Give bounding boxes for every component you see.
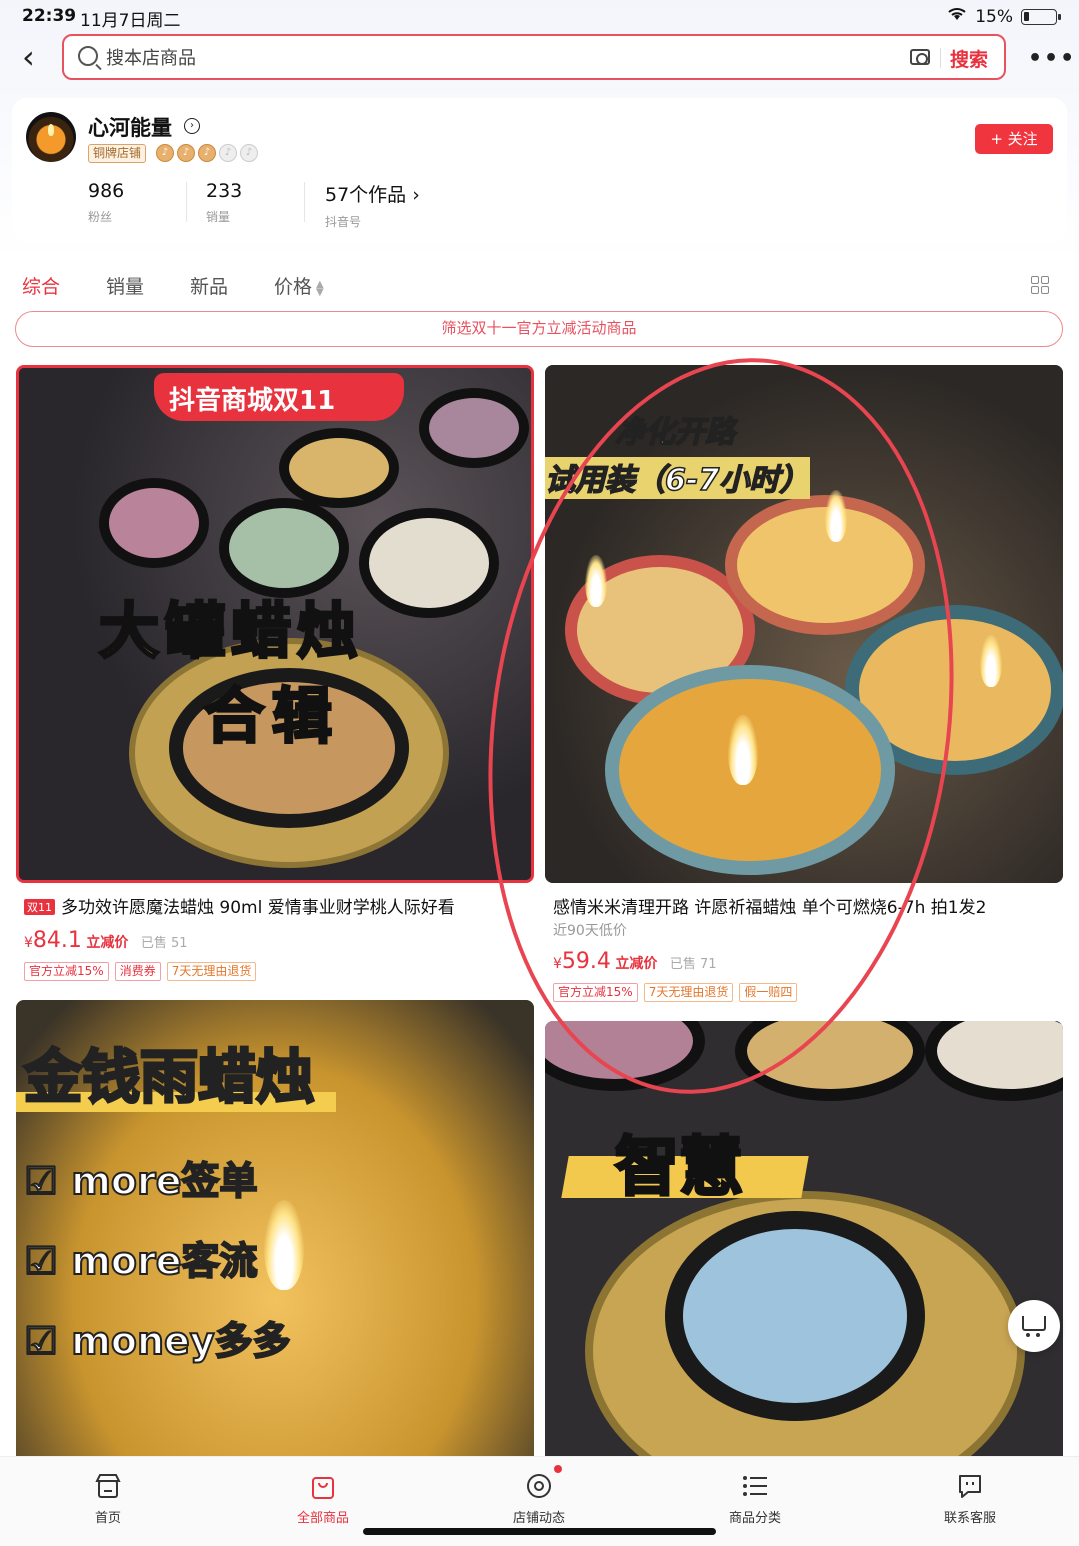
product-title[interactable]: 双11 多功效许愿魔法蜡烛 90ml 爱情事业财学桃人际好看 xyxy=(24,893,524,918)
nav-customer-service[interactable]: 联系客服 xyxy=(910,1467,1030,1526)
product-card[interactable]: 抖音商城双11 大罐蜡烛 合辑 双11 多功效许愿魔法蜡烛 90ml 爱情事业财学… xyxy=(16,365,534,985)
image-headline: 金钱雨蜡烛 xyxy=(22,1042,315,1113)
status-right: 15% xyxy=(947,6,1061,27)
image-list-item: ☑ more签单 xyxy=(23,1158,259,1204)
product-tags: 官方立减15% 消费券 7天无理由退货 xyxy=(24,962,257,981)
tab-new[interactable]: 新品 xyxy=(190,272,228,299)
shop-avatar[interactable] xyxy=(26,112,76,162)
stat-works[interactable]: 57个作品 › 抖音号 xyxy=(325,180,420,230)
search-icon xyxy=(78,46,98,66)
product-image[interactable]: 智慧 xyxy=(545,1021,1063,1461)
medal-icon: ♪ xyxy=(198,144,216,162)
wifi-icon xyxy=(947,6,967,27)
grid-view-icon[interactable] xyxy=(1031,276,1049,294)
tab-price[interactable]: 价格 xyxy=(274,276,312,298)
promo-tag: 官方立减15% xyxy=(24,962,109,981)
medal-icon: ♪ xyxy=(219,144,237,162)
sold-count: 已售 51 xyxy=(140,936,188,951)
more-icon[interactable]: ••• xyxy=(1028,46,1076,71)
product-image[interactable]: 抖音商城双11 大罐蜡烛 合辑 xyxy=(16,365,534,883)
product-card[interactable]: 金钱雨蜡烛 ☑ more签单 ☑ more客流 ☑ money多多 xyxy=(16,1000,534,1460)
stat-fans: 986 粉丝 xyxy=(88,180,125,224)
medal-icon: ♪ xyxy=(177,144,195,162)
shop-icon xyxy=(93,1471,123,1501)
search-divider xyxy=(940,48,941,68)
image-banner-text: 抖音商城双11 xyxy=(169,386,336,416)
list-icon xyxy=(740,1471,770,1501)
status-bar: 22:39 11月7日周二 15% xyxy=(0,0,1079,32)
tab-price-wrap[interactable]: 价格 ▲ ▼ xyxy=(274,272,324,299)
status-time: 22:39 xyxy=(22,6,77,26)
shop-medals: ♪ ♪ ♪ ♪ ♪ xyxy=(156,144,258,162)
image-subheadline: 合辑 xyxy=(203,681,340,754)
nav-all-products[interactable]: 全部商品 xyxy=(263,1467,383,1526)
double11-tag: 双11 xyxy=(24,899,55,915)
stat-sales: 233 销量 xyxy=(206,180,243,224)
search-bar: 搜索 xyxy=(62,34,1006,80)
follow-button[interactable]: + 关注 xyxy=(975,124,1053,154)
back-icon[interactable]: ‹ xyxy=(22,41,52,74)
product-image[interactable]: 金钱雨蜡烛 ☑ more签单 ☑ more客流 ☑ money多多 xyxy=(16,1000,534,1460)
nav-categories[interactable]: 商品分类 xyxy=(695,1467,815,1526)
chat-icon xyxy=(955,1471,985,1501)
nav-home[interactable]: 首页 xyxy=(48,1467,168,1526)
tab-sales[interactable]: 销量 xyxy=(106,272,144,299)
cart-icon[interactable] xyxy=(1008,1300,1060,1352)
sort-tabs: 综合 销量 新品 价格 ▲ ▼ xyxy=(0,258,1079,308)
nav-shop-feed[interactable]: 店铺动态 xyxy=(479,1465,599,1526)
shop-name[interactable]: 心河能量 xyxy=(88,112,172,142)
battery-percent: 15% xyxy=(975,6,1013,27)
product-price: ¥84.1 立减价 已售 51 xyxy=(24,928,188,953)
sort-icon: ▲ ▼ xyxy=(316,278,324,298)
image-headline: 智慧 xyxy=(614,1130,745,1207)
product-card[interactable]: 智慧 xyxy=(545,1021,1063,1461)
status-date: 11月7日周二 xyxy=(80,11,181,31)
activity-icon xyxy=(524,1465,562,1501)
search-input[interactable] xyxy=(106,44,806,72)
image-list-item: ☑ money多多 xyxy=(23,1318,292,1364)
medal-icon: ♪ xyxy=(156,144,174,162)
shop-page: 22:39 11月7日周二 15% ‹ 搜索 ••• 心河能量 › 铜牌店铺 ♪… xyxy=(0,0,1079,1546)
stat-divider xyxy=(304,182,305,222)
notification-dot xyxy=(554,1465,562,1473)
image-list-item: ☑ more客流 xyxy=(23,1238,259,1284)
tab-overall[interactable]: 综合 xyxy=(22,272,60,299)
shop-level-badge: 铜牌店铺 xyxy=(88,144,147,163)
shop-arrow-icon[interactable]: › xyxy=(184,118,200,134)
bag-icon xyxy=(308,1471,338,1501)
promo-filter-button[interactable]: 筛选双十一官方立减活动商品 xyxy=(15,311,1063,347)
service-tag: 7天无理由退货 xyxy=(166,962,257,981)
medal-icon: ♪ xyxy=(240,144,258,162)
camera-icon[interactable] xyxy=(910,49,930,65)
image-headline: 大罐蜡烛 xyxy=(98,596,363,669)
search-button[interactable]: 搜索 xyxy=(950,45,988,72)
shop-header: 心河能量 › 铜牌店铺 ♪ ♪ ♪ ♪ ♪ + 关注 986 粉丝 233 销量… xyxy=(12,98,1067,242)
stat-divider xyxy=(186,182,187,222)
home-indicator xyxy=(363,1528,716,1535)
battery-icon xyxy=(1021,8,1061,25)
promo-tag: 消费券 xyxy=(114,962,161,981)
